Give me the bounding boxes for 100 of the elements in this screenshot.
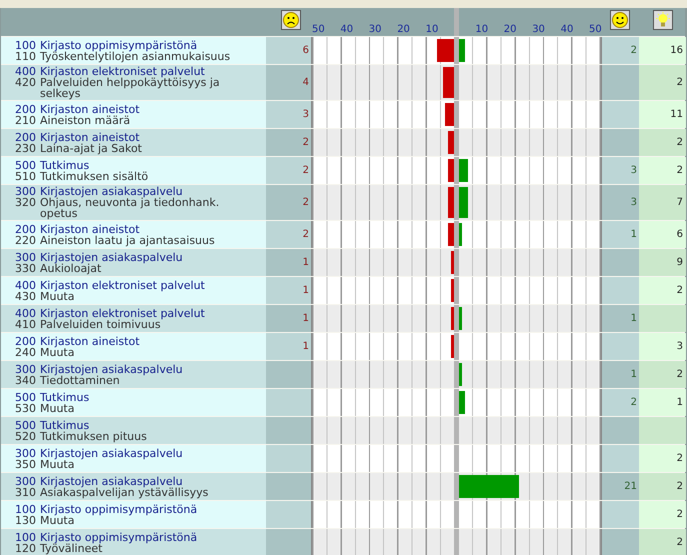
category-code: 300 xyxy=(15,252,36,262)
item-code: 310 xyxy=(15,486,36,498)
category-name: Kirjaston elektroniset palvelut xyxy=(40,280,205,290)
positive-count-cell: 21 xyxy=(601,473,639,500)
item-code: 320 xyxy=(15,197,36,211)
negative-count-cell: 1 xyxy=(266,249,311,276)
axis-tick-label: 20 xyxy=(397,24,410,36)
category-code: 500 xyxy=(15,160,36,170)
category-name: Kirjastojen asiakaspalvelu xyxy=(40,476,183,486)
category-code: 300 xyxy=(15,186,36,197)
item-code: 430 xyxy=(15,290,36,302)
item-name: Muuta xyxy=(40,458,74,470)
item-name: Tutkimuksen pituus xyxy=(40,430,147,442)
category-code: 300 xyxy=(15,364,36,374)
item-code: 230 xyxy=(15,142,36,154)
positive-count-cell: 3 xyxy=(601,185,639,220)
category-name: Kirjaston aineistot xyxy=(40,224,140,234)
item-code: 530 xyxy=(15,402,36,414)
category-code: 400 xyxy=(15,280,36,290)
item-name: Tutkimuksen sisältö xyxy=(40,170,148,182)
category-code: 100 xyxy=(15,504,36,514)
positive-count-cell xyxy=(601,529,639,555)
category-name: Kirjaston elektroniset palvelut xyxy=(40,66,205,77)
light-bulb-icon xyxy=(654,12,670,28)
category-code: 200 xyxy=(15,336,36,346)
axis-tick-label: 30 xyxy=(368,24,382,36)
item-code: 240 xyxy=(15,346,36,358)
category-name: Kirjaston aineistot xyxy=(40,132,140,142)
negative-count-cell xyxy=(266,361,311,388)
positive-count-cell: 1 xyxy=(601,221,639,248)
category-code: 500 xyxy=(15,420,36,430)
idea-count-cell: 11 xyxy=(639,101,686,128)
category-name: Kirjastojen asiakaspalvelu xyxy=(40,364,183,374)
category-name: Kirjastojen asiakaspalvelu xyxy=(40,252,183,262)
positive-count-cell xyxy=(601,277,639,304)
item-name: Aukioloajat xyxy=(40,262,102,274)
item-name: Muuta xyxy=(40,290,74,302)
item-code: 220 xyxy=(15,234,36,246)
positive-count-cell: 2 xyxy=(601,389,639,416)
axis-tick-label: 10 xyxy=(426,24,438,36)
item-name: Työskentelytilojen asianmukaisuus xyxy=(40,50,230,62)
item-code: 110 xyxy=(15,50,36,62)
item-name: Palveluiden helppokäyttöisyys ja selkeys xyxy=(40,77,221,99)
positive-count-cell: 1 xyxy=(601,361,639,388)
negative-count-cell: 1 xyxy=(266,277,311,304)
item-name: Laina-ajat ja Sakot xyxy=(40,142,142,154)
negative-count-cell xyxy=(266,389,311,416)
idea-count-cell: 2 xyxy=(639,445,686,472)
item-code: 130 xyxy=(15,514,36,526)
negative-count-cell: 1 xyxy=(266,333,311,360)
idea-count-cell: 16 xyxy=(639,37,686,64)
item-name: Muuta xyxy=(40,402,74,414)
item-code: 120 xyxy=(15,542,36,554)
axis-tick-label: 50 xyxy=(589,24,602,36)
negative-count-cell: 4 xyxy=(266,65,311,100)
category-name: Kirjasto oppimisympäristönä xyxy=(40,40,198,50)
item-name: Aineiston laatu ja ajantasaisuus xyxy=(40,234,215,246)
idea-count-cell: 1 xyxy=(639,389,686,416)
negative-count-cell xyxy=(266,417,311,444)
category-code: 100 xyxy=(15,40,36,50)
category-name: Kirjastojen asiakaspalvelu xyxy=(40,186,183,197)
item-code: 520 xyxy=(15,430,36,442)
positive-count-cell: 2 xyxy=(601,37,639,64)
idea-count-cell: 2 xyxy=(639,129,686,156)
idea-count-cell: 2 xyxy=(639,65,686,100)
item-name: Muuta xyxy=(40,514,74,526)
item-name: Tiedottaminen xyxy=(40,374,120,386)
positive-count-cell: 1 xyxy=(601,305,639,332)
item-name: Työvälineet xyxy=(40,542,102,554)
sad-face-icon xyxy=(282,12,298,28)
negative-count-cell xyxy=(266,445,311,472)
axis-tick-label: 50 xyxy=(312,24,325,36)
negative-count-cell: 2 xyxy=(266,221,311,248)
item-code: 420 xyxy=(15,77,36,91)
idea-count-cell: 3 xyxy=(639,333,686,360)
item-code: 340 xyxy=(15,374,36,386)
idea-count-cell: 7 xyxy=(639,185,686,220)
idea-count-cell xyxy=(639,305,686,332)
item-name: Palveluiden toimivuus xyxy=(40,318,161,330)
axis-tick-label: 40 xyxy=(560,24,574,36)
negative-count-cell: 2 xyxy=(266,129,311,156)
negative-count-cell xyxy=(266,473,311,500)
negative-count-cell: 3 xyxy=(266,101,311,128)
idea-count-cell: 6 xyxy=(639,221,686,248)
positive-count-cell xyxy=(601,249,639,276)
category-code: 100 xyxy=(15,532,36,542)
category-name: Kirjasto oppimisympäristönä xyxy=(40,504,198,514)
idea-count-cell: 2 xyxy=(639,277,686,304)
positive-count-cell xyxy=(601,445,639,472)
item-name: Ohjaus, neuvonta ja tiedonhank. opetus xyxy=(40,197,220,219)
category-code: 200 xyxy=(15,132,36,142)
idea-count-cell xyxy=(639,417,686,444)
item-name: Asiakaspalvelijan ystävällisyys xyxy=(40,486,208,498)
axis-tick-label: 20 xyxy=(504,24,517,36)
item-code: 330 xyxy=(15,262,36,274)
negative-count-cell xyxy=(266,529,311,555)
item-code: 350 xyxy=(15,458,36,470)
positive-count-cell xyxy=(601,417,639,444)
category-name: Kirjasto oppimisympäristönä xyxy=(40,532,198,542)
item-code: 410 xyxy=(15,318,36,330)
